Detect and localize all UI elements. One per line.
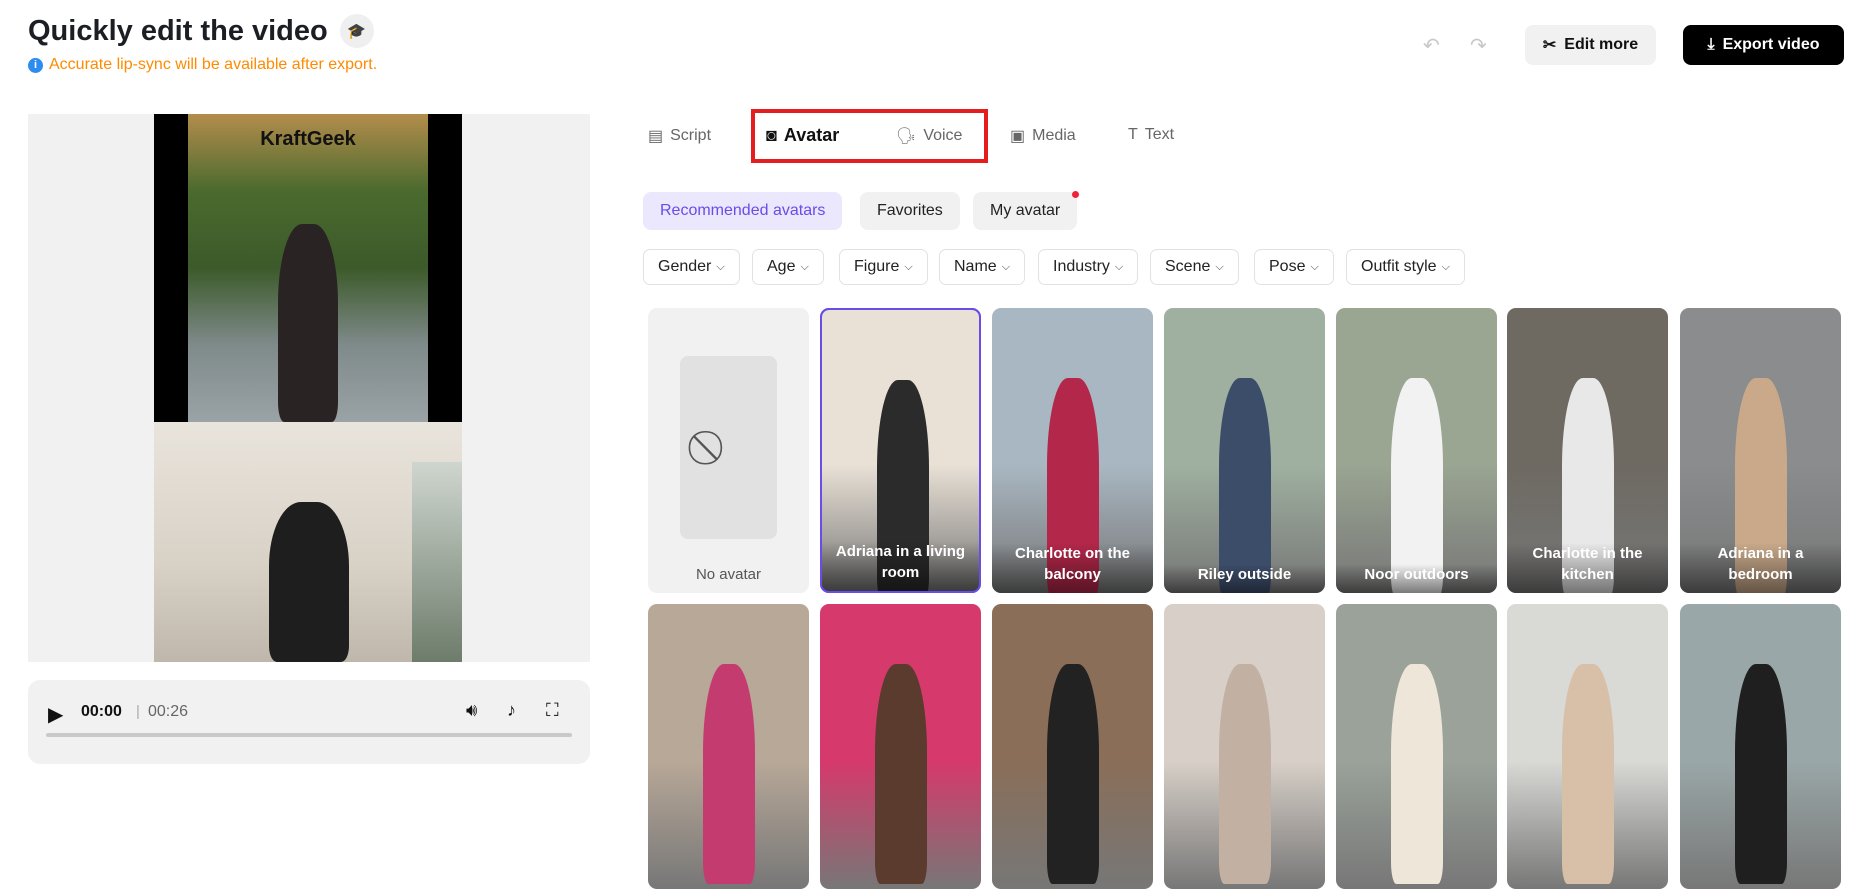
media-icon: ▣ xyxy=(1010,128,1026,145)
avatar-thumbnail xyxy=(1219,664,1271,884)
export-video-button[interactable]: ⤓ Export video xyxy=(1683,25,1844,65)
avatar-label: Riley outside xyxy=(1164,564,1325,593)
filter-label: Age xyxy=(767,258,796,275)
info-icon: i xyxy=(28,57,43,73)
notification-dot xyxy=(1072,191,1080,198)
time-separator: | xyxy=(136,703,140,720)
fullscreen-icon[interactable]: ⛶ xyxy=(546,700,559,721)
tab-text[interactable]: T Text xyxy=(1128,126,1174,144)
avatar-thumbnail xyxy=(1047,664,1099,884)
tab-label: Media xyxy=(1032,127,1076,144)
filter-name[interactable]: Name ⌵ xyxy=(939,249,1026,285)
chevron-down-icon: ⌵ xyxy=(800,260,809,273)
avatar-card[interactable]: Charlotte in the kitchen xyxy=(1507,308,1668,593)
filter-label: Scene xyxy=(1165,258,1211,275)
script-icon: ▤ xyxy=(648,128,664,145)
filter-age[interactable]: Age ⌵ xyxy=(752,249,824,285)
avatar-thumbnail xyxy=(1391,378,1443,593)
download-icon: ⤓ xyxy=(1707,36,1715,53)
tab-label: Script xyxy=(670,127,712,144)
filter-label: Name xyxy=(954,258,997,275)
subtab-my-avatar[interactable]: My avatar xyxy=(973,191,1080,230)
avatar-card[interactable] xyxy=(992,604,1153,889)
chevron-down-icon: ⌵ xyxy=(1215,260,1224,273)
undo-icon[interactable]: ↶ xyxy=(1423,33,1440,58)
title-text: Quickly edit the video xyxy=(28,14,328,47)
tutorial-cap-icon[interactable]: 🎓 xyxy=(339,14,374,48)
highlight-box xyxy=(751,109,988,163)
avatar-label: Charlotte in the kitchen xyxy=(1507,543,1668,593)
avatar-thumbnail xyxy=(703,664,755,884)
tab-script[interactable]: ▤ Script xyxy=(648,126,711,146)
current-time: 00:00 xyxy=(81,703,122,720)
lip-sync-notice: i Accurate lip-sync will be available aft… xyxy=(28,56,377,74)
edit-more-button[interactable]: ✂ Edit more xyxy=(1525,25,1656,65)
avatar-card[interactable] xyxy=(1507,604,1668,889)
progress-bar[interactable] xyxy=(46,733,572,737)
avatar-label: Noor outdoors xyxy=(1336,564,1497,593)
avatar-card[interactable]: Noor outdoors xyxy=(1336,308,1497,593)
video-preview[interactable]: KraftGeek xyxy=(28,114,590,662)
avatar-card[interactable] xyxy=(1336,604,1497,889)
avatar-thumbnail xyxy=(875,664,927,884)
subtab-label: Favorites xyxy=(877,202,943,219)
filter-industry[interactable]: Industry ⌵ xyxy=(1038,249,1139,285)
avatar-thumbnail xyxy=(1562,664,1614,884)
filter-label: Pose xyxy=(1269,258,1306,275)
filter-label: Industry xyxy=(1053,258,1110,275)
play-icon[interactable]: ▶ xyxy=(48,702,63,727)
edit-more-label: Edit more xyxy=(1564,36,1639,53)
avatar-silhouette xyxy=(680,356,777,539)
chevron-down-icon: ⌵ xyxy=(1310,260,1319,273)
text-icon: T xyxy=(1128,126,1138,143)
redo-icon[interactable]: ↷ xyxy=(1470,33,1487,58)
tab-media[interactable]: ▣ Media xyxy=(1010,126,1076,146)
avatar-card[interactable] xyxy=(648,604,809,889)
avatar-thumbnail xyxy=(1219,378,1271,593)
tiktok-icon[interactable]: ♪ xyxy=(507,700,516,721)
subtab-label: Recommended avatars xyxy=(660,202,826,219)
filter-label: Figure xyxy=(854,258,900,275)
chevron-down-icon: ⌵ xyxy=(1441,260,1450,273)
filter-figure[interactable]: Figure ⌵ xyxy=(839,249,928,285)
avatar-card[interactable]: Riley outside xyxy=(1164,308,1325,593)
video-watermark: KraftGeek xyxy=(260,128,356,150)
avatar-card[interactable] xyxy=(820,604,981,889)
subtab-recommended-avatars[interactable]: Recommended avatars xyxy=(643,192,843,230)
filter-pose[interactable]: Pose ⌵ xyxy=(1254,249,1334,285)
subtab-label: My avatar xyxy=(990,202,1061,219)
filter-outfit-style[interactable]: Outfit style ⌵ xyxy=(1346,249,1465,285)
export-label: Export video xyxy=(1722,36,1820,53)
chevron-down-icon: ⌵ xyxy=(1114,260,1124,273)
avatar-card[interactable] xyxy=(1164,604,1325,889)
avatar-card[interactable] xyxy=(1680,604,1841,889)
volume-icon[interactable]: 🔊︎ xyxy=(466,700,477,721)
filter-gender[interactable]: Gender ⌵ xyxy=(643,249,740,285)
video-player-controls: ▶ 00:00 | 00:26 🔊︎ ♪ ⛶ xyxy=(28,680,590,764)
chevron-down-icon: ⌵ xyxy=(904,260,913,273)
video-clip-bottom xyxy=(154,422,462,662)
page-title: Quickly edit the video 🎓 xyxy=(28,14,374,48)
avatar-card[interactable]: Adriana in a living room xyxy=(820,308,981,593)
duration: 00:26 xyxy=(148,703,189,720)
video-clip-top: KraftGeek xyxy=(154,114,462,422)
scissors-icon: ✂ xyxy=(1542,37,1557,54)
tab-label: Text xyxy=(1144,126,1175,143)
avatar-thumbnail xyxy=(1391,664,1443,884)
avatar-card[interactable]: Charlotte on the balcony xyxy=(992,308,1153,593)
chevron-down-icon: ⌵ xyxy=(1001,260,1011,273)
avatar-card[interactable]: Adriana in a bedroom xyxy=(1680,308,1841,593)
avatar-label: No avatar xyxy=(695,566,762,583)
notice-text: Accurate lip-sync will be available afte… xyxy=(49,56,378,73)
filter-label: Outfit style xyxy=(1361,258,1437,275)
avatar-label: Adriana in a bedroom xyxy=(1680,543,1841,593)
avatar-thumbnail xyxy=(1735,664,1787,884)
avatar-label: Adriana in a living room xyxy=(822,541,979,591)
subtab-favorites[interactable]: Favorites xyxy=(860,192,960,230)
filter-label: Gender xyxy=(658,258,712,275)
avatar-card-none[interactable]: ⃠No avatar xyxy=(648,308,809,593)
avatar-label: Charlotte on the balcony xyxy=(992,543,1153,593)
chevron-down-icon: ⌵ xyxy=(716,260,725,273)
filter-scene[interactable]: Scene ⌵ xyxy=(1150,249,1239,285)
